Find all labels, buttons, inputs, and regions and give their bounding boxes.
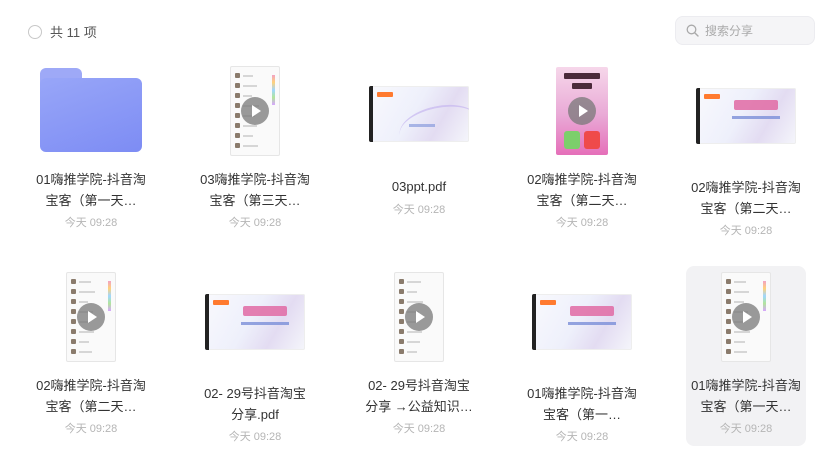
file-tile-video[interactable]: 02- 29号抖音淘宝分享 →公益知识… 今天 09:28 xyxy=(359,266,479,446)
file-tile-pdf[interactable]: 03ppt.pdf 今天 09:28 xyxy=(359,62,479,242)
file-time: 今天 09:28 xyxy=(228,217,282,229)
file-name: 03ppt.pdf xyxy=(391,179,447,194)
play-icon xyxy=(241,97,269,125)
file-name: 02嗨推学院-抖音淘宝客（第二天… xyxy=(527,172,637,208)
file-name: 01嗨推学院-抖音淘宝客（第一… xyxy=(527,386,637,422)
play-icon xyxy=(405,303,433,331)
video-thumbnail xyxy=(66,272,116,362)
file-tile-video[interactable]: 01嗨推学院-抖音淘宝客（第一… 今天 09:28 xyxy=(522,266,642,446)
play-icon xyxy=(732,303,760,331)
file-time: 今天 09:28 xyxy=(64,423,118,435)
file-tile-video[interactable]: 02嗨推学院-抖音淘宝客（第二天… 今天 09:28 xyxy=(522,62,642,242)
play-icon xyxy=(77,303,105,331)
file-time: 今天 09:28 xyxy=(719,225,773,237)
file-name: 02嗨推学院-抖音淘宝客（第二天… xyxy=(691,180,801,216)
file-tile-video-selected[interactable]: 01嗨推学院-抖音淘宝客（第一天… 今天 09:28 xyxy=(686,266,806,446)
file-time: 今天 09:28 xyxy=(555,431,609,443)
video-thumbnail xyxy=(556,67,608,155)
video-thumbnail xyxy=(532,294,632,350)
video-thumbnail xyxy=(696,88,796,144)
video-thumbnail xyxy=(721,272,771,362)
play-icon xyxy=(568,97,596,125)
file-time: 今天 09:28 xyxy=(64,217,118,229)
file-time: 今天 09:28 xyxy=(392,204,446,216)
file-tile-pdf[interactable]: 02- 29号抖音淘宝分享.pdf 今天 09:28 xyxy=(195,266,315,446)
file-time: 今天 09:28 xyxy=(392,423,446,435)
file-time: 今天 09:28 xyxy=(228,431,282,443)
file-tile-video[interactable]: 03嗨推学院-抖音淘宝客（第三天… 今天 09:28 xyxy=(195,62,315,242)
file-name: 01嗨推学院-抖音淘宝客（第一天… xyxy=(36,172,146,208)
file-time: 今天 09:28 xyxy=(555,217,609,229)
folder-icon xyxy=(40,68,142,152)
file-name: 02- 29号抖音淘宝分享.pdf xyxy=(204,386,306,422)
file-name: 02嗨推学院-抖音淘宝客（第二天… xyxy=(36,378,146,414)
video-thumbnail xyxy=(394,272,444,362)
file-tile-folder[interactable]: 01嗨推学院-抖音淘宝客（第一天… 今天 09:28 xyxy=(31,62,151,242)
pdf-thumbnail xyxy=(205,294,305,350)
file-name: 03嗨推学院-抖音淘宝客（第三天… xyxy=(200,172,310,208)
file-grid: 01嗨推学院-抖音淘宝客（第一天… 今天 09:28 03嗨推学院-抖音淘宝客（… xyxy=(0,0,838,465)
file-tile-video[interactable]: 02嗨推学院-抖音淘宝客（第二天… 今天 09:28 xyxy=(31,266,151,446)
video-thumbnail xyxy=(230,66,280,156)
file-time: 今天 09:28 xyxy=(719,423,773,435)
file-name: 01嗨推学院-抖音淘宝客（第一天… xyxy=(691,378,801,414)
pdf-thumbnail xyxy=(369,86,469,142)
file-tile-video[interactable]: 02嗨推学院-抖音淘宝客（第二天… 今天 09:28 xyxy=(686,62,806,242)
file-name: 02- 29号抖音淘宝分享 →公益知识… xyxy=(365,378,473,414)
